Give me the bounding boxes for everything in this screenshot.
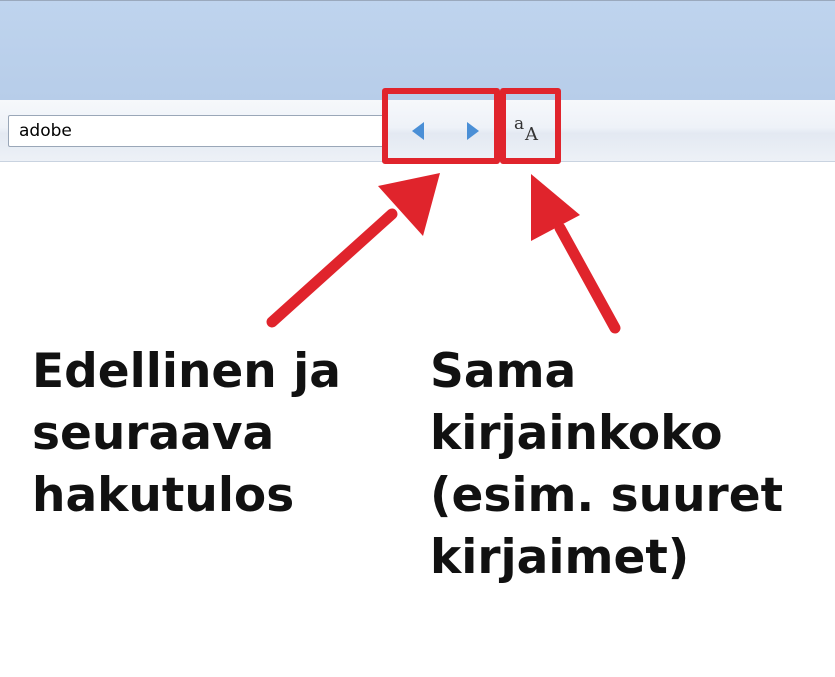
caption-line: seuraava — [32, 406, 275, 461]
arrow-to-match-case — [531, 174, 621, 334]
nav-buttons-caption: Edellinen ja seuraava hakutulos — [32, 341, 341, 527]
match-case-button[interactable]: a A — [508, 112, 552, 152]
caption-line: kirjainkoko — [430, 406, 723, 461]
next-result-button[interactable] — [456, 116, 488, 146]
match-case-icon-large-a: A — [525, 124, 538, 145]
caption-line: kirjaimet) — [430, 530, 690, 585]
caption-line: (esim. suuret — [430, 468, 784, 523]
match-case-caption: Sama kirjainkoko (esim. suuret kirjaimet… — [430, 341, 783, 589]
arrow-to-nav-buttons — [266, 173, 440, 328]
triangle-left-icon — [412, 122, 424, 140]
previous-result-button[interactable] — [404, 116, 436, 146]
caption-line: Edellinen ja — [32, 344, 341, 399]
caption-line: Sama — [430, 344, 577, 399]
match-case-icon-small-a: a — [514, 114, 525, 134]
caption-line: hakutulos — [32, 468, 295, 523]
triangle-right-icon — [467, 122, 479, 140]
window-header-bar — [0, 0, 835, 100]
search-input[interactable] — [8, 115, 386, 147]
